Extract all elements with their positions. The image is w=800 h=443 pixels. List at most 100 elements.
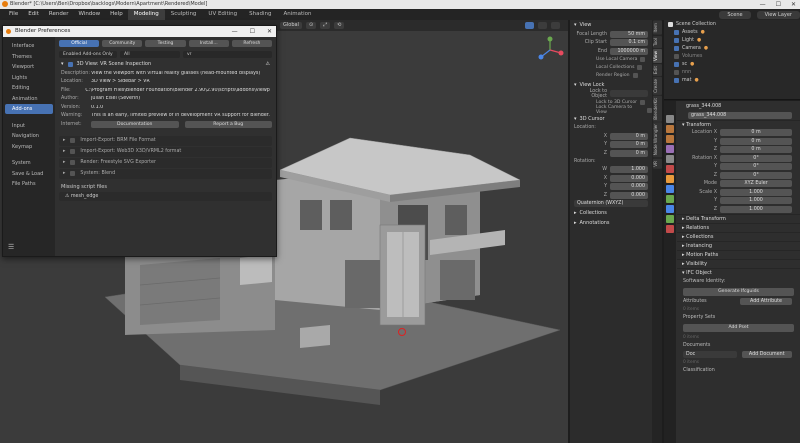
addons-tab-testing[interactable]: Testing xyxy=(145,40,186,47)
outliner-checkbox[interactable] xyxy=(674,37,679,43)
outliner-checkbox[interactable] xyxy=(674,77,679,83)
outliner-row[interactable]: Assets ● xyxy=(664,28,800,36)
cursor-rot-x-field[interactable]: 0.000 xyxy=(610,174,648,182)
addons-tab-official[interactable]: Official xyxy=(59,40,100,47)
prefs-nav-file-paths[interactable]: File Paths xyxy=(5,179,53,189)
output-tab-icon[interactable] xyxy=(666,135,674,143)
rotation-y-field[interactable]: 0° xyxy=(720,163,792,171)
visibility-section[interactable]: ▸ Visibility xyxy=(677,258,800,268)
collections-section-header[interactable]: ▸ Collections xyxy=(570,208,652,218)
outliner-row[interactable]: Camera ● xyxy=(664,44,800,52)
addons-tab-community[interactable]: Community xyxy=(102,40,143,47)
outliner[interactable]: Scene Collection Assets ● Light ● Camera ● … xyxy=(664,20,800,100)
location-z-field[interactable]: 0 m xyxy=(720,146,792,154)
workspace-tab-modeling[interactable]: Modeling xyxy=(127,9,165,20)
annotations-section-header[interactable]: ▸ Annotations xyxy=(570,218,652,228)
ifc-object-section[interactable]: ▾ IFC Object xyxy=(677,267,800,277)
prefs-nav-save-load[interactable]: Save & Load xyxy=(5,169,53,179)
close-button[interactable]: ✕ xyxy=(791,0,796,9)
prefs-nav-editing[interactable]: Editing xyxy=(5,83,53,93)
view-layer-tab-icon[interactable] xyxy=(666,145,674,153)
prefs-nav-navigation[interactable]: Navigation xyxy=(5,131,53,141)
document-dropdown[interactable]: Doc xyxy=(683,350,737,358)
outliner-row[interactable]: Volumes xyxy=(664,52,800,60)
maximize-button[interactable]: ☐ xyxy=(776,0,781,9)
addon-header-vr[interactable]: ▾ 3D View: VR Scene Inspection ⚠ xyxy=(55,59,276,69)
outliner-checkbox[interactable] xyxy=(674,61,679,67)
rotation-x-field[interactable]: 0° xyxy=(720,154,792,162)
prefs-nav-themes[interactable]: Themes xyxy=(5,52,53,62)
cursor-rot-y-field[interactable]: 0.000 xyxy=(610,183,648,191)
expand-arrow-icon[interactable]: ▾ xyxy=(61,61,64,67)
prefs-nav-viewport[interactable]: Viewport xyxy=(5,62,53,72)
minimize-button[interactable]: — xyxy=(760,0,766,9)
3d-cursor-section-header[interactable]: ▾ 3D Cursor xyxy=(570,114,652,124)
addon-checkbox[interactable] xyxy=(70,138,76,143)
prefs-nav-animation[interactable]: Animation xyxy=(5,94,53,104)
missing-script-row[interactable]: ⚠ mesh_edge xyxy=(59,191,272,201)
cursor-z-field[interactable]: 0 m xyxy=(610,149,648,157)
data-tab-icon[interactable] xyxy=(666,215,674,223)
world-tab-icon[interactable] xyxy=(666,165,674,173)
scene-tab-icon[interactable] xyxy=(666,155,674,163)
instancing-section[interactable]: ▸ Instancing xyxy=(677,240,800,250)
sidebar-tab-item[interactable]: Item xyxy=(652,21,662,35)
addon-row[interactable]: ▸ System: Blend xyxy=(59,168,272,179)
cursor-y-field[interactable]: 0 m xyxy=(610,141,648,149)
outliner-checkbox[interactable] xyxy=(674,29,679,35)
menu-help[interactable]: Help xyxy=(105,9,128,20)
rotation-z-field[interactable]: 0° xyxy=(720,171,792,179)
outliner-checkbox[interactable] xyxy=(674,53,679,59)
expand-arrow-icon[interactable]: ▸ xyxy=(63,171,65,176)
lock-object-field[interactable] xyxy=(610,90,648,98)
addon-search-input[interactable]: vr xyxy=(183,51,272,58)
cursor-x-field[interactable]: 0 m xyxy=(610,132,648,140)
addon-row[interactable]: ▸ Import-Export: Web3D X3D/VRML2 format xyxy=(59,146,272,157)
generate-ifcguids-button[interactable]: Generate Ifcguids xyxy=(683,287,794,296)
prefs-nav-lights[interactable]: Lights xyxy=(5,73,53,83)
particles-tab-icon[interactable] xyxy=(666,195,674,203)
install-button[interactable]: Install... xyxy=(188,40,229,47)
material-tab-icon[interactable] xyxy=(666,225,674,233)
collections-section[interactable]: ▸ Collections xyxy=(677,231,800,241)
category-dropdown[interactable]: All xyxy=(120,51,180,58)
focal-length-field[interactable]: 50 mm xyxy=(610,30,648,38)
outliner-row[interactable]: Light ● xyxy=(664,36,800,44)
addon-checkbox[interactable] xyxy=(70,149,76,154)
workspace-tab-sculpting[interactable]: Sculpting xyxy=(165,9,203,20)
menu-render[interactable]: Render xyxy=(44,9,74,20)
use-local-camera-checkbox[interactable] xyxy=(640,57,646,62)
sidebar-tab-tool[interactable]: Tool xyxy=(652,35,662,48)
prefs-minimize-button[interactable]: — xyxy=(232,26,238,37)
tool-tab-icon[interactable] xyxy=(666,115,674,123)
prefs-nav-add-ons[interactable]: Add-ons xyxy=(5,104,53,114)
clip-start-field[interactable]: 0.1 cm xyxy=(610,39,648,47)
physics-tab-icon[interactable] xyxy=(666,205,674,213)
transform-section-header[interactable]: ▾ Transform xyxy=(677,119,800,129)
sidebar-tab-node-wrangler[interactable]: Node Wrangler xyxy=(652,122,662,158)
navigation-gizmo[interactable] xyxy=(535,35,565,65)
cursor-rot-z-field[interactable]: 0.000 xyxy=(610,191,648,199)
prefs-nav-interface[interactable]: Interface xyxy=(5,41,53,51)
addon-checkbox[interactable] xyxy=(70,171,76,176)
lock-3d-cursor-checkbox[interactable] xyxy=(640,99,646,105)
addon-row[interactable]: ▸ Import-Export: BRM File Format xyxy=(59,135,272,146)
filter-dropdown[interactable]: Enabled Add-ons Only xyxy=(59,51,117,58)
sidebar-tab-edit[interactable]: Edit xyxy=(652,63,662,76)
expand-arrow-icon[interactable]: ▸ xyxy=(63,138,65,143)
workspace-tab-uv-editing[interactable]: UV Editing xyxy=(202,9,243,20)
modifier-tab-icon[interactable] xyxy=(666,185,674,193)
local-collections-checkbox[interactable] xyxy=(637,65,643,70)
view-section-header[interactable]: ▾ View xyxy=(570,20,652,30)
documentation-button[interactable]: Documentation xyxy=(91,120,179,128)
workspace-tab-animation[interactable]: Animation xyxy=(277,9,317,20)
view-layer-selector[interactable]: View Layer xyxy=(756,10,800,19)
cursor-rot-w-field[interactable]: 1.000 xyxy=(610,166,648,174)
refresh-button[interactable]: Refresh xyxy=(231,40,273,47)
outliner-row[interactable]: sc ● xyxy=(664,60,800,68)
scale-z-field[interactable]: 1.000 xyxy=(720,205,792,213)
scale-x-field[interactable]: 1.000 xyxy=(720,188,792,196)
outliner-row[interactable]: mat ● xyxy=(664,76,800,84)
outliner-row[interactable]: nnn xyxy=(664,68,800,76)
prefs-nav-system[interactable]: System xyxy=(5,158,53,168)
